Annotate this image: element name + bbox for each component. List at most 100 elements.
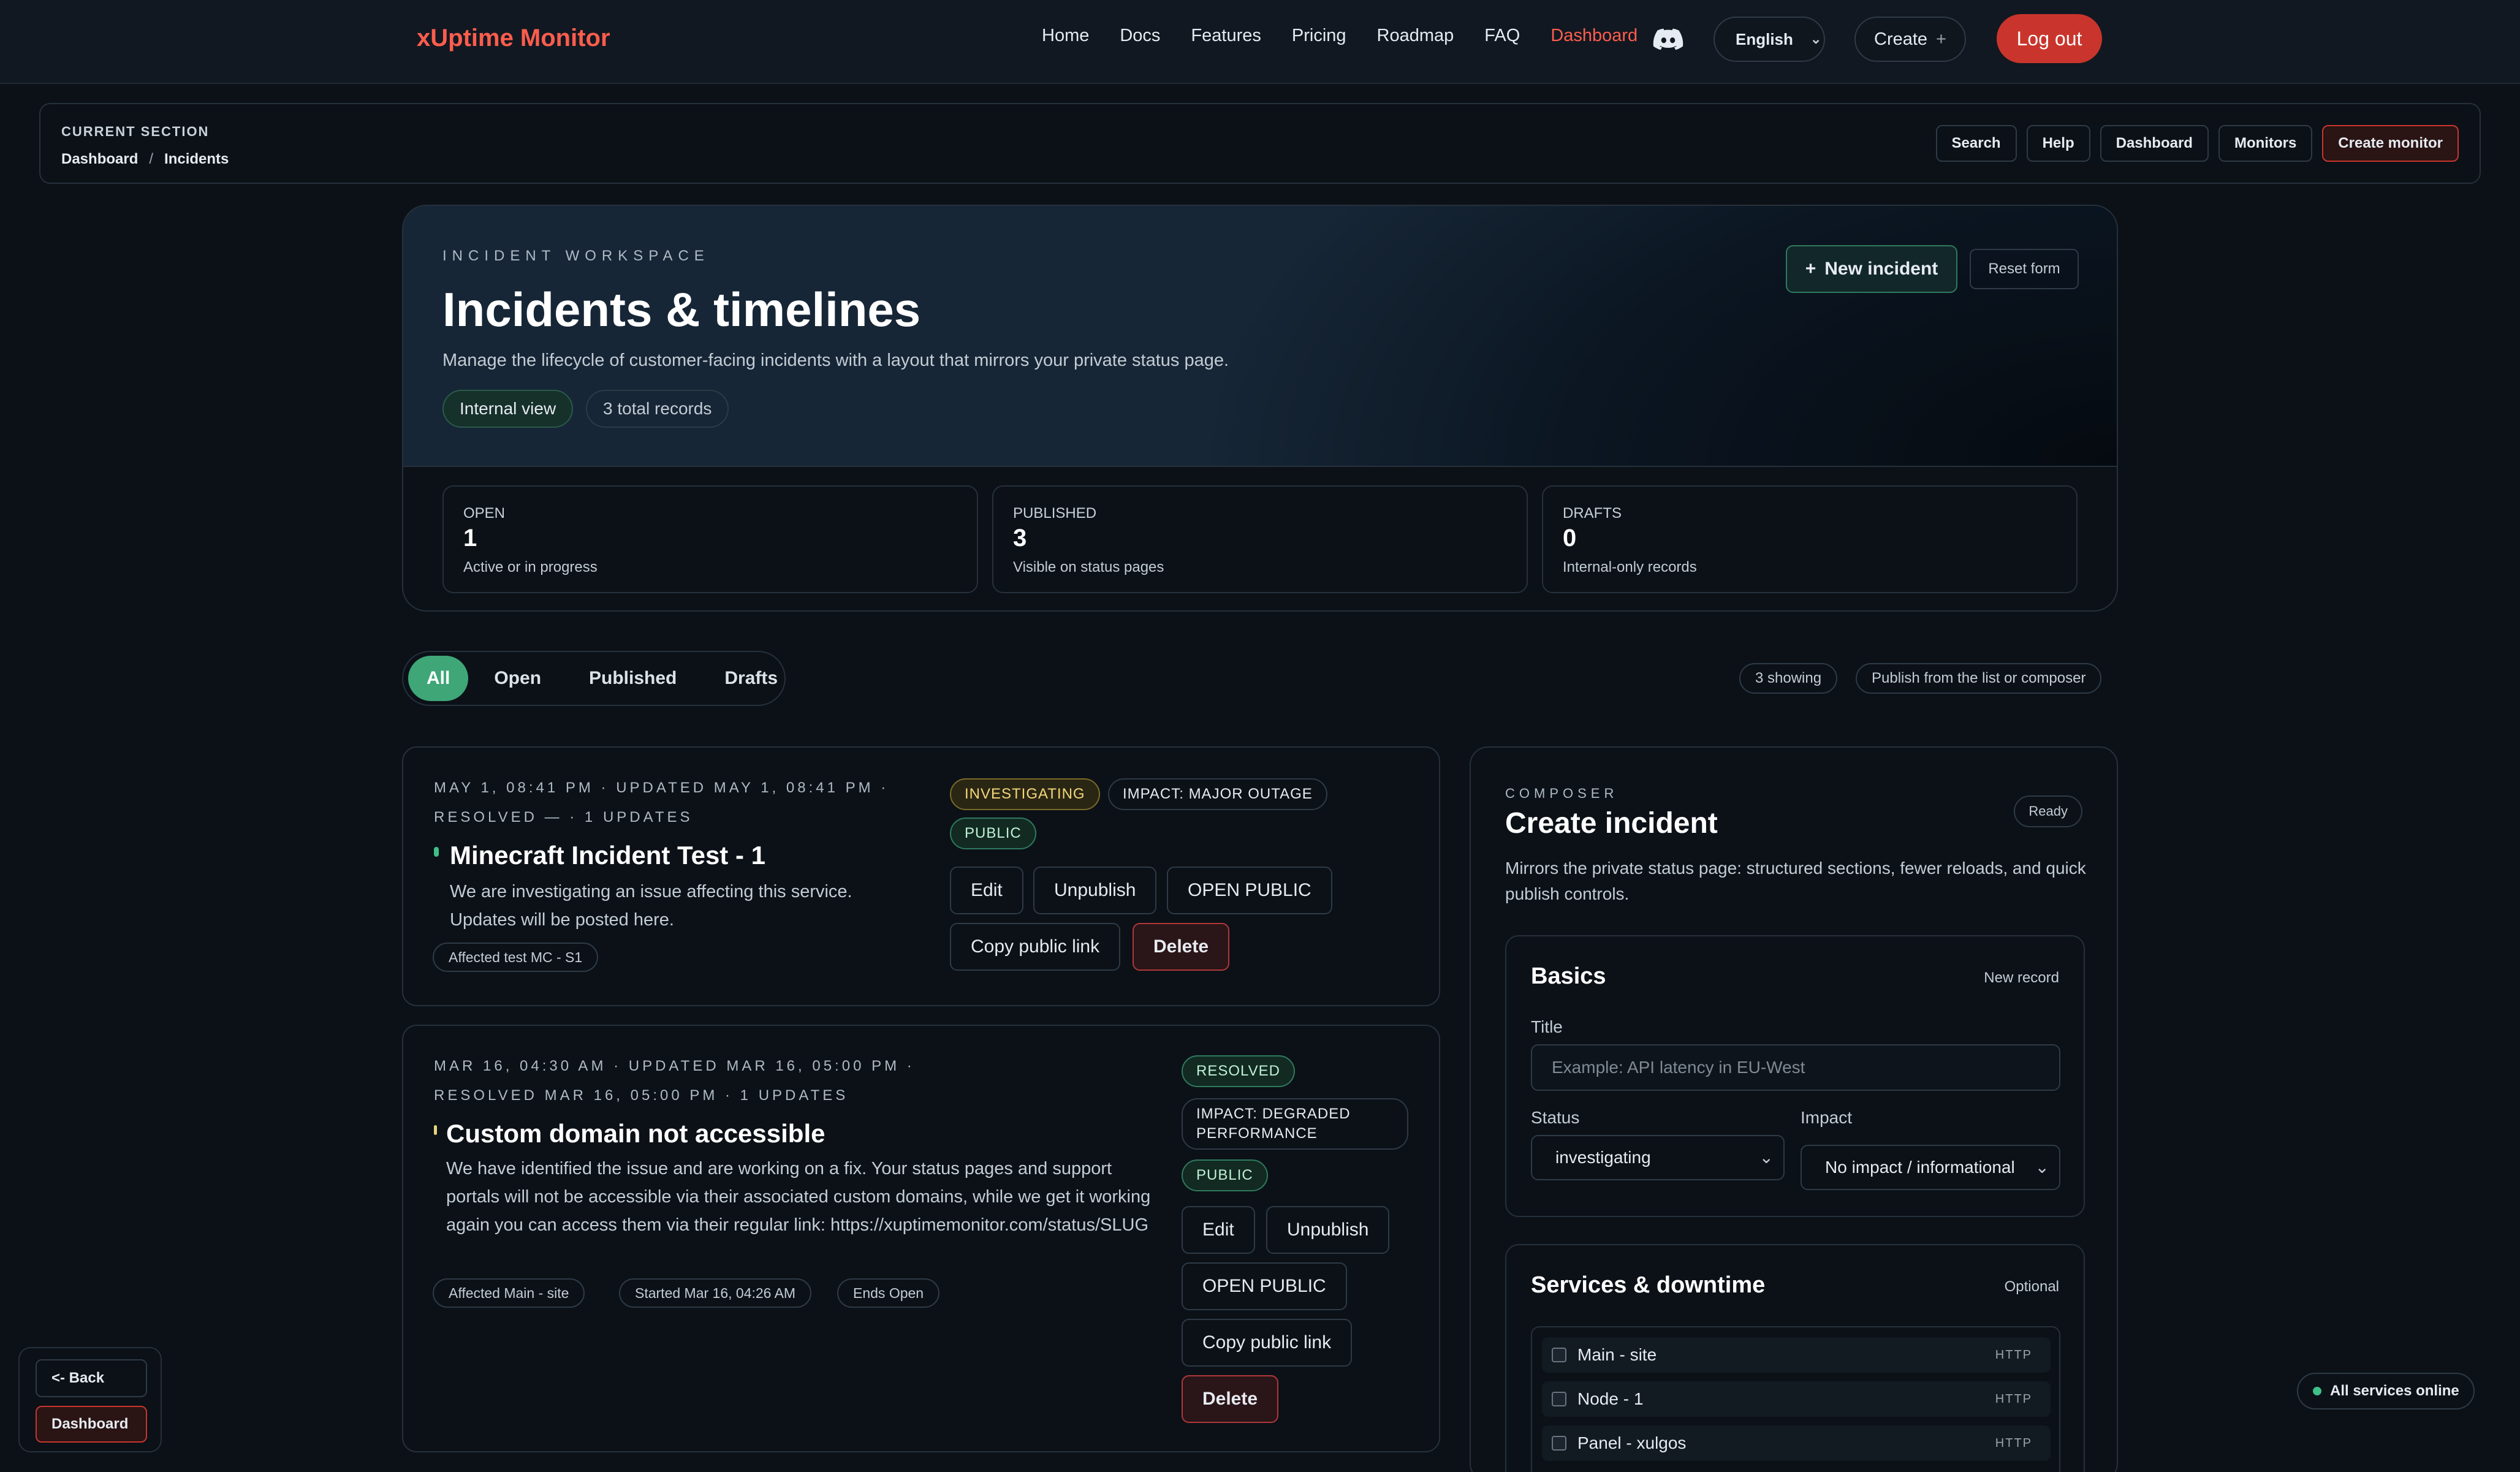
impact-select-value: No impact / informational <box>1825 1158 2015 1177</box>
unpublish-button[interactable]: Unpublish <box>1033 867 1157 914</box>
discord-icon[interactable] <box>1652 23 1684 55</box>
tab-drafts[interactable]: Drafts <box>702 656 800 701</box>
logout-button[interactable]: Log out <box>1997 14 2102 63</box>
nav-home[interactable]: Home <box>1042 26 1089 46</box>
incident-title[interactable]: Minecraft Incident Test - 1 <box>450 841 765 870</box>
status-label: Status <box>1531 1108 1580 1127</box>
monitors-button[interactable]: Monitors <box>2218 125 2313 162</box>
stat-card-open: OPEN 1 Active or in progress <box>442 485 978 593</box>
services-title: Services & downtime <box>1531 1272 1766 1298</box>
service-item[interactable]: Panel - xulgos HTTP <box>1542 1425 2051 1461</box>
stat-sub: Visible on status pages <box>1013 559 1164 575</box>
visibility-badge: PUBLIC <box>1182 1159 1268 1191</box>
chevron-down-icon: ⌄ <box>1755 1147 1774 1167</box>
stat-card-drafts: DRAFTS 0 Internal-only records <box>1542 485 2078 593</box>
composer-description: Mirrors the private status page: structu… <box>1505 859 2086 903</box>
nav-roadmap[interactable]: Roadmap <box>1377 26 1454 46</box>
visibility-badge: PUBLIC <box>950 818 1036 849</box>
tab-published[interactable]: Published <box>567 656 699 701</box>
open-public-button[interactable]: OPEN PUBLIC <box>1167 867 1332 914</box>
service-kind: HTTP <box>1995 1436 2032 1450</box>
search-button[interactable]: Search <box>1935 125 2017 162</box>
new-incident-button[interactable]: + New incident <box>1786 245 1957 293</box>
chevron-down-icon: ⌄ <box>1810 31 1822 47</box>
service-item[interactable]: Node - 1 HTTP <box>1542 1381 2051 1417</box>
status-select-value: investigating <box>1555 1148 1651 1167</box>
incident-meta: RESOLVED — · 1 UPDATES <box>434 809 693 825</box>
ends-tag: Ends Open <box>837 1278 940 1308</box>
system-status-text: All services online <box>2330 1383 2459 1399</box>
status-select[interactable]: investigating ⌄ <box>1531 1135 1785 1180</box>
nav-docs[interactable]: Docs <box>1120 26 1160 46</box>
language-select[interactable]: English ⌄ <box>1714 17 1825 62</box>
breadcrumb-incidents: Incidents <box>164 151 229 167</box>
impact-badge: IMPACT: DEGRADED PERFORMANCE <box>1182 1098 1408 1150</box>
status-badge: RESOLVED <box>1182 1055 1295 1087</box>
system-status-pill[interactable]: All services online <box>2297 1373 2475 1409</box>
incident-description: We have identified the issue and are wor… <box>446 1159 1151 1235</box>
stat-sub: Internal-only records <box>1563 559 1697 575</box>
status-badge: INVESTIGATING <box>950 778 1100 810</box>
create-label: Create <box>1874 29 1928 49</box>
basics-panel: Basics New record Title Example: API lat… <box>1505 935 2085 1217</box>
brand-logo[interactable]: xUptime Monitor <box>417 25 610 52</box>
stat-value: 1 <box>463 525 477 552</box>
reset-form-button[interactable]: Reset form <box>1970 249 2079 289</box>
impact-badge: IMPACT: MAJOR OUTAGE <box>1108 778 1327 810</box>
nav-pricing[interactable]: Pricing <box>1292 26 1346 46</box>
copy-public-link-button[interactable]: Copy public link <box>1182 1319 1353 1367</box>
copy-public-link-button[interactable]: Copy public link <box>950 923 1121 971</box>
status-dot-icon <box>434 1125 437 1135</box>
page-title: Incidents & timelines <box>442 283 921 336</box>
breadcrumb-separator: / <box>149 151 154 167</box>
floating-dashboard-button[interactable]: Dashboard <box>36 1406 147 1443</box>
impact-label: Impact <box>1801 1108 1853 1127</box>
plus-icon: + <box>1936 29 1946 49</box>
incident-description: We are investigating an issue affecting … <box>450 882 852 930</box>
tab-open[interactable]: Open <box>472 656 563 701</box>
service-checkbox[interactable] <box>1552 1348 1566 1362</box>
edit-button[interactable]: Edit <box>950 867 1023 914</box>
incident-title[interactable]: Custom domain not accessible <box>446 1119 825 1148</box>
composer-title: Create incident <box>1505 807 1718 840</box>
section-bar: CURRENT SECTION Dashboard / Incidents Se… <box>39 103 2481 184</box>
title-input[interactable]: Example: API latency in EU-West <box>1531 1044 2060 1091</box>
service-checkbox[interactable] <box>1552 1436 1566 1451</box>
nav-dashboard[interactable]: Dashboard <box>1550 26 1638 46</box>
basics-record-label: New record <box>1984 969 2059 986</box>
breadcrumb-dashboard[interactable]: Dashboard <box>61 151 138 168</box>
stat-label: PUBLISHED <box>1013 505 1097 522</box>
impact-select[interactable]: No impact / informational ⌄ <box>1801 1145 2060 1190</box>
create-menu-button[interactable]: Create + <box>1854 17 1966 62</box>
chevron-down-icon: ⌄ <box>2031 1157 2049 1177</box>
new-incident-label: New incident <box>1824 259 1938 279</box>
create-monitor-button[interactable]: Create monitor <box>2322 125 2459 162</box>
section-label: CURRENT SECTION <box>61 124 210 139</box>
services-list: Main - site HTTP Node - 1 HTTP Panel - x… <box>1531 1326 2060 1472</box>
dashboard-button[interactable]: Dashboard <box>2100 125 2209 162</box>
service-checkbox[interactable] <box>1552 1392 1566 1406</box>
service-name: Main - site <box>1577 1345 1657 1364</box>
help-button[interactable]: Help <box>2026 125 2090 162</box>
edit-button[interactable]: Edit <box>1182 1206 1255 1254</box>
services-panel: Services & downtime Optional Main - site… <box>1505 1244 2085 1472</box>
back-button[interactable]: <- Back <box>36 1359 147 1397</box>
stat-sub: Active or in progress <box>463 559 598 575</box>
showing-count-chip: 3 showing <box>1739 663 1838 694</box>
hero-header: INCIDENT WORKSPACE Incidents & timelines… <box>403 206 2117 467</box>
stat-label: OPEN <box>463 505 506 522</box>
open-public-button[interactable]: OPEN PUBLIC <box>1182 1262 1347 1310</box>
top-navbar: xUptime Monitor Home Docs Features Prici… <box>0 0 2520 84</box>
delete-button[interactable]: Delete <box>1182 1375 1279 1423</box>
stat-card-published: PUBLISHED 3 Visible on status pages <box>992 485 1528 593</box>
impact-line: IMPACT: DEGRADED <box>1196 1106 1351 1122</box>
stat-value: 3 <box>1013 525 1027 552</box>
stat-value: 0 <box>1563 525 1577 552</box>
delete-button[interactable]: Delete <box>1133 923 1230 971</box>
tab-all[interactable]: All <box>408 656 469 701</box>
nav-faq[interactable]: FAQ <box>1484 26 1520 46</box>
service-item[interactable]: Main - site HTTP <box>1542 1337 2051 1373</box>
nav-features[interactable]: Features <box>1191 26 1261 46</box>
unpublish-button[interactable]: Unpublish <box>1266 1206 1390 1254</box>
floating-nav: <- Back Dashboard <box>18 1347 162 1452</box>
